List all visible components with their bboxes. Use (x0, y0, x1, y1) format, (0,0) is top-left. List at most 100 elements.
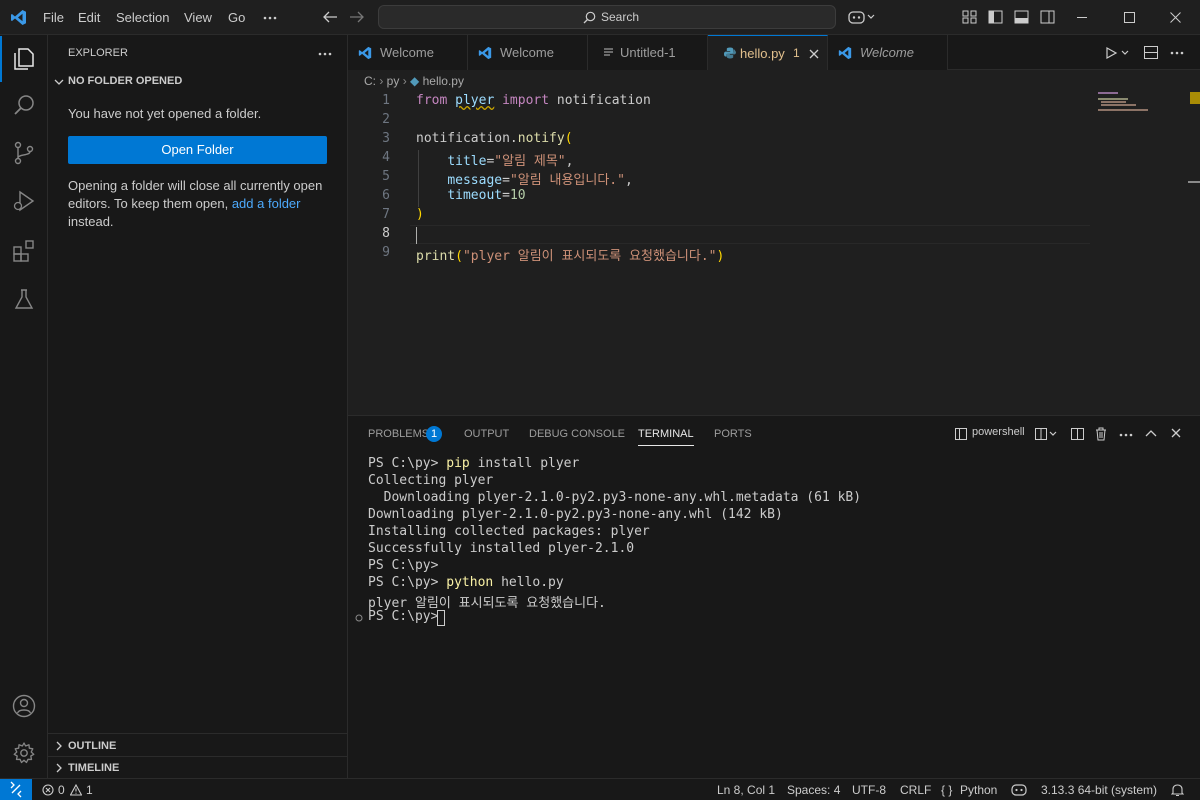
split-terminal-icon[interactable] (1071, 428, 1084, 440)
chevron-down-icon[interactable] (54, 77, 64, 87)
terminal-line: Installing collected packages: plyer (368, 524, 650, 539)
code-line-7: ) (416, 207, 424, 222)
open-folder-button[interactable]: Open Folder (68, 136, 327, 164)
warning-icon[interactable] (70, 784, 82, 796)
panel-tab-debug-console[interactable]: DEBUG CONSOLE (529, 416, 625, 452)
add-folder-link[interactable]: add a folder (232, 196, 301, 211)
menu-selection[interactable]: Selection (116, 0, 169, 35)
kill-terminal-trash-icon[interactable] (1095, 427, 1107, 441)
tab-welcome[interactable]: Welcome (348, 35, 468, 70)
sidebar-title: EXPLORER (68, 47, 128, 59)
panel-tab-problems[interactable]: PROBLEMS (368, 416, 429, 452)
menu-file[interactable]: File (43, 0, 64, 35)
panel-tab-output[interactable]: OUTPUT (464, 416, 509, 452)
code-line-4: title="알림 제목", (447, 154, 574, 169)
source-control-icon[interactable] (12, 141, 36, 165)
tab-welcome-preview[interactable]: Welcome (828, 35, 948, 70)
code-line-9: print("plyer 알림이 표시되도록 요청했습니다.") (416, 249, 725, 264)
scrollbar-cursor-marker (1188, 181, 1200, 183)
python-interpreter[interactable]: 3.13.3 64-bit (system) (1041, 779, 1157, 800)
code-editor[interactable]: C: › py › ◆ hello.py 1 2 3 4 5 6 7 8 9 f… (348, 70, 1200, 415)
command-decoration-circle-icon[interactable] (355, 614, 363, 622)
breadcrumb-folder[interactable]: py (387, 74, 400, 88)
tab-hello-py[interactable]: hello.py 1 (708, 35, 828, 70)
python-file-icon (724, 47, 736, 59)
warning-count[interactable]: 1 (86, 779, 93, 800)
line-number: 5 (382, 169, 390, 184)
code-line-5: message="알림 내용입니다.", (447, 173, 633, 188)
extensions-icon[interactable] (12, 239, 36, 263)
section-timeline[interactable]: TIMELINE (68, 762, 119, 774)
menu-view[interactable]: View (184, 0, 212, 35)
terminal-shell-name[interactable]: powershell (972, 426, 1025, 438)
editor-more-icon[interactable] (1170, 51, 1184, 55)
toggle-primary-sidebar-icon[interactable] (988, 10, 1003, 24)
panel-tab-terminal[interactable]: TERMINAL (638, 416, 694, 446)
file-encoding[interactable]: UTF-8 (852, 779, 886, 800)
minimap[interactable] (1098, 92, 1188, 117)
close-panel-icon[interactable] (1171, 428, 1181, 438)
terminal-line: Successfully installed plyer-2.1.0 (368, 541, 635, 556)
tab-label: Welcome (860, 45, 914, 60)
panel-tab-ports[interactable]: PORTS (714, 416, 752, 452)
remote-indicator[interactable] (0, 779, 32, 800)
chevron-right-icon[interactable] (54, 741, 64, 751)
line-ending[interactable]: CRLF (900, 779, 931, 800)
tab-welcome[interactable]: Welcome (468, 35, 588, 70)
cursor-position[interactable]: Ln 8, Col 1 (717, 779, 775, 800)
maximize-icon[interactable] (1124, 12, 1135, 23)
close-window-icon[interactable] (1170, 12, 1181, 23)
views-more-icon[interactable] (318, 52, 332, 56)
tab-label: Welcome (500, 45, 554, 60)
settings-gear-icon[interactable] (12, 741, 36, 765)
explorer-sidebar: EXPLORER NO FOLDER OPENED You have not y… (48, 35, 348, 778)
line-number: 4 (382, 150, 390, 165)
toggle-secondary-sidebar-icon[interactable] (1040, 10, 1055, 24)
new-terminal-dropdown-icon[interactable] (1035, 428, 1059, 440)
terminal-line: PS C:\py> (368, 558, 439, 573)
current-line-highlight (410, 225, 1090, 244)
customize-layout-icon[interactable] (962, 10, 977, 24)
line-number: 7 (382, 207, 390, 222)
language-mode[interactable]: Python (960, 779, 997, 800)
copilot-status-icon[interactable] (1011, 783, 1027, 796)
testing-flask-icon[interactable] (12, 287, 36, 311)
command-center-search[interactable]: Search (378, 5, 836, 29)
menu-go[interactable]: Go (228, 0, 245, 35)
back-arrow-icon[interactable] (322, 10, 338, 24)
run-python-icon[interactable] (1106, 47, 1130, 59)
error-count[interactable]: 0 (58, 779, 65, 800)
chevron-right-icon[interactable] (54, 763, 64, 773)
terminal-cursor[interactable] (437, 610, 445, 626)
accounts-icon[interactable] (12, 694, 36, 718)
run-debug-icon[interactable] (12, 189, 36, 213)
indentation[interactable]: Spaces: 4 (787, 779, 840, 800)
tab-label: hello.py (740, 46, 785, 61)
menu-edit[interactable]: Edit (78, 0, 100, 35)
forward-arrow-icon[interactable] (349, 10, 365, 24)
vscode-file-icon (358, 46, 372, 60)
copilot-icon[interactable] (848, 9, 876, 25)
maximize-panel-chevron-up-icon[interactable] (1145, 429, 1157, 437)
more-menu-icon[interactable] (263, 16, 277, 20)
error-icon[interactable] (42, 784, 54, 796)
breadcrumb-drive[interactable]: C: (364, 74, 376, 88)
section-outline[interactable]: OUTLINE (68, 740, 116, 752)
split-editor-icon[interactable] (1144, 46, 1158, 59)
tab-label: Welcome (380, 45, 434, 60)
tab-untitled[interactable]: Untitled-1 (588, 35, 708, 70)
toggle-panel-icon[interactable] (1014, 10, 1029, 24)
section-no-folder[interactable]: NO FOLDER OPENED (68, 75, 182, 87)
vscode-file-icon (838, 46, 852, 60)
search-view-icon[interactable] (12, 93, 36, 117)
divider (48, 733, 348, 734)
search-label: Search (600, 10, 640, 24)
terminal-line: Downloading plyer-2.1.0-py2.py3-none-any… (368, 490, 862, 505)
explorer-icon[interactable] (12, 47, 36, 71)
notifications-bell-icon[interactable] (1171, 783, 1184, 797)
panel-more-icon[interactable] (1119, 433, 1133, 437)
status-bar: 0 1 Ln 8, Col 1 Spaces: 4 UTF-8 CRLF { }… (0, 778, 1200, 800)
minimize-icon[interactable] (1077, 17, 1088, 19)
close-tab-icon[interactable] (809, 49, 819, 59)
breadcrumb-file[interactable]: hello.py (423, 74, 464, 88)
